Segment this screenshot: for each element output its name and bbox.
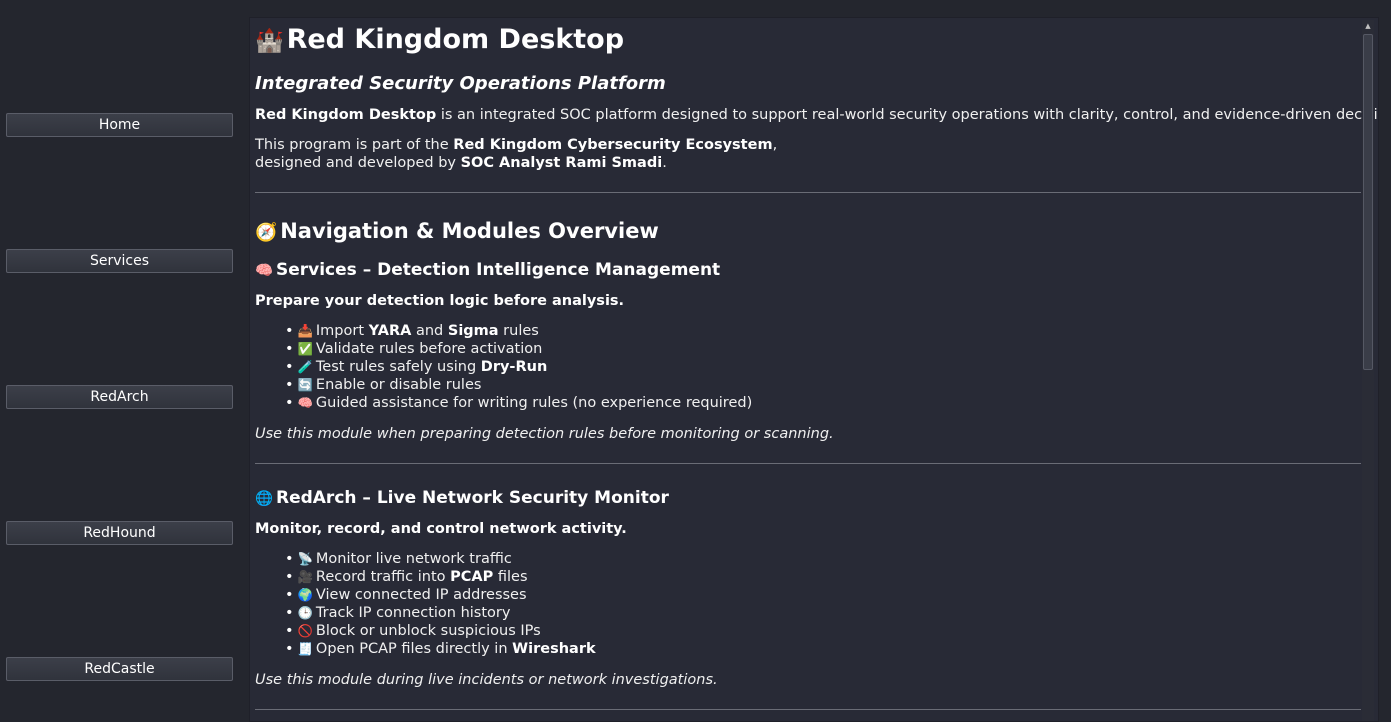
item-text: files [493, 569, 528, 585]
item-text: Track IP connection history [315, 605, 511, 621]
author-line: designed and developed by SOC Analyst Ra… [255, 155, 667, 171]
redarch-lead: Monitor, record, and control network act… [255, 521, 627, 537]
ecosystem-name: Red Kingdom Cybersecurity Ecosystem [453, 137, 773, 153]
overview-heading: 🧭 Navigation & Modules Overview [255, 219, 659, 243]
services-heading: 🧠 Services – Detection Intelligence Manag… [255, 260, 720, 280]
item-bold: Dry-Run [480, 359, 548, 375]
item-text: Validate rules before activation [315, 341, 543, 357]
services-usage-note: Use this module when preparing detection… [255, 426, 834, 442]
page-title-text: Red Kingdom Desktop [286, 24, 625, 55]
redarch-button[interactable]: RedArch [6, 385, 233, 409]
list-item: 🔄Enable or disable rules [285, 377, 752, 395]
item-bold: Sigma [447, 323, 499, 339]
scroll-up-arrow-icon[interactable]: ▲ [1362, 20, 1374, 32]
item-bold: YARA [368, 323, 412, 339]
item-bold: PCAP [450, 569, 494, 585]
compass-icon: 🧭 [255, 222, 278, 243]
author-name: SOC Analyst Rami Smadi [460, 155, 663, 171]
redhound-button[interactable]: RedHound [6, 521, 233, 545]
overview-heading-text: Navigation & Modules Overview [280, 219, 659, 243]
author-prefix: designed and developed by [255, 155, 461, 171]
item-text: Test rules safely using [315, 359, 481, 375]
item-text: Monitor live network traffic [315, 551, 512, 567]
check-mark-icon: ✅ [297, 342, 313, 356]
intro-description: is an integrated SOC platform designed t… [436, 107, 1379, 123]
clock-icon: 🕒 [297, 606, 313, 620]
divider [255, 192, 1361, 193]
satellite-antenna-icon: 📡 [297, 552, 313, 566]
item-text: View connected IP addresses [315, 587, 527, 603]
services-lead: Prepare your detection logic before anal… [255, 293, 625, 309]
item-text: Record traffic into [315, 569, 451, 585]
list-item: ✅Validate rules before activation [285, 341, 752, 359]
redarch-heading: 🌐 RedArch – Live Network Security Monitor [255, 488, 669, 508]
divider [255, 709, 1361, 710]
list-item: 📥Import YARA and Sigma rules [285, 323, 752, 341]
prohibited-icon: 🚫 [297, 624, 313, 638]
video-camera-icon: 🎥 [297, 570, 313, 584]
intro-paragraph: Red Kingdom Desktop is an integrated SOC… [255, 107, 1379, 123]
redarch-usage-note: Use this module during live incidents or… [255, 672, 718, 688]
brain-icon: 🧠 [255, 263, 273, 279]
list-item: 📡Monitor live network traffic [285, 551, 596, 569]
list-item: 🎥Record traffic into PCAP files [285, 569, 596, 587]
globe-icon: 🌐 [255, 491, 273, 507]
earth-globe-icon: 🌍 [297, 588, 313, 602]
test-tube-icon: 🧪 [297, 360, 313, 374]
ecosystem-prefix: This program is part of the [255, 137, 454, 153]
item-text: and [411, 323, 448, 339]
redarch-feature-list: 📡Monitor live network traffic 🎥Record tr… [285, 551, 596, 659]
scrollbar-thumb[interactable] [1363, 34, 1373, 370]
inbox-tray-icon: 📥 [297, 324, 313, 338]
services-button[interactable]: Services [6, 249, 233, 273]
home-button[interactable]: Home [6, 113, 233, 137]
list-item: 🌍View connected IP addresses [285, 587, 596, 605]
castle-icon: 🏰 [255, 28, 284, 54]
ecosystem-line: This program is part of the Red Kingdom … [255, 137, 777, 153]
divider [255, 463, 1361, 464]
list-item: 🧾Open PCAP files directly in Wireshark [285, 641, 596, 659]
item-bold: Wireshark [512, 641, 596, 657]
item-text: Enable or disable rules [315, 377, 482, 393]
list-item: 🧪Test rules safely using Dry-Run [285, 359, 752, 377]
refresh-icon: 🔄 [297, 378, 313, 392]
author-suffix: . [662, 155, 667, 171]
page-subtitle: Integrated Security Operations Platform [255, 73, 666, 94]
brain-icon: 🧠 [297, 396, 313, 410]
services-feature-list: 📥Import YARA and Sigma rules ✅Validate r… [285, 323, 753, 413]
sidebar: Home Services RedArch RedHound RedCastle [0, 0, 240, 722]
page-title: 🏰 Red Kingdom Desktop [255, 24, 624, 55]
item-text: Guided assistance for writing rules (no … [315, 395, 753, 411]
item-text: rules [498, 323, 539, 339]
vertical-scrollbar[interactable]: ▲ [1362, 20, 1374, 721]
redarch-heading-text: RedArch – Live Network Security Monitor [275, 488, 669, 508]
list-item: 🚫Block or unblock suspicious IPs [285, 623, 596, 641]
intro-product-name: Red Kingdom Desktop [255, 107, 437, 123]
content-panel[interactable]: 🏰 Red Kingdom Desktop Integrated Security… [249, 17, 1379, 722]
item-text: Import [315, 323, 369, 339]
receipt-icon: 🧾 [297, 642, 313, 656]
list-item: 🧠Guided assistance for writing rules (no… [285, 395, 753, 413]
item-text: Block or unblock suspicious IPs [315, 623, 541, 639]
redcastle-button[interactable]: RedCastle [6, 657, 233, 681]
list-item: 🕒Track IP connection history [285, 605, 596, 623]
services-heading-text: Services – Detection Intelligence Manage… [275, 260, 721, 280]
item-text: Open PCAP files directly in [315, 641, 513, 657]
ecosystem-suffix: , [772, 137, 778, 153]
